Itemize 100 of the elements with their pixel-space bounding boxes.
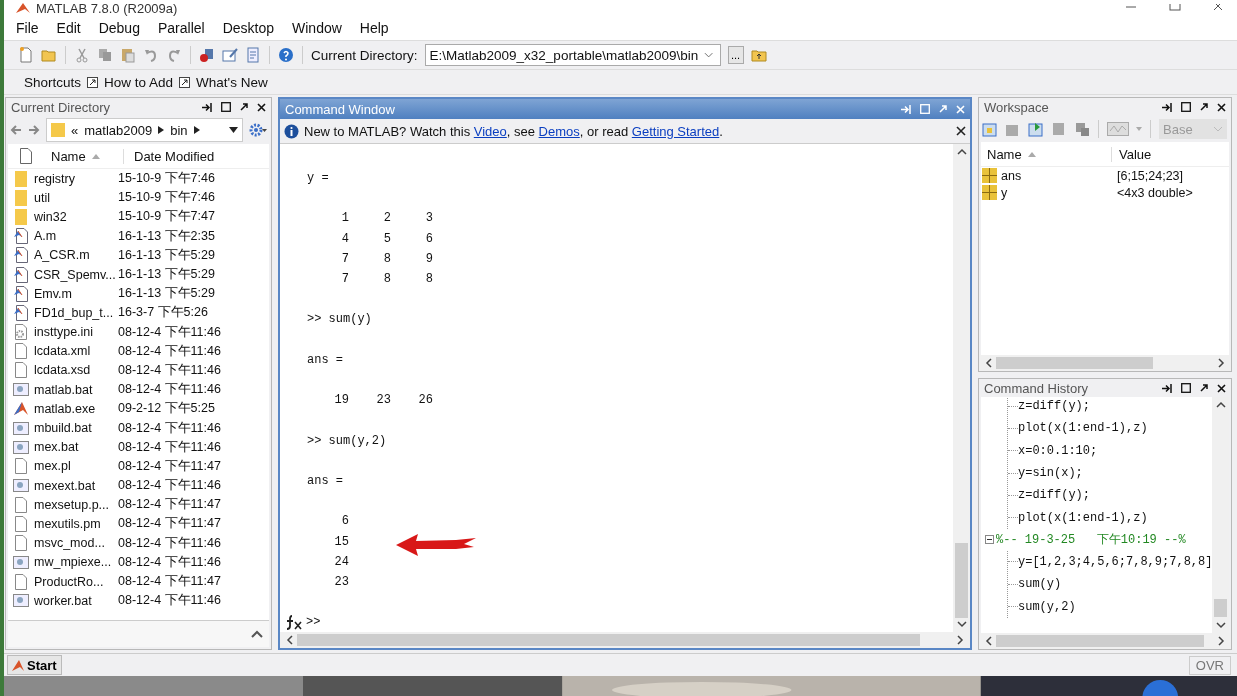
menu-item[interactable]: Window <box>283 20 351 36</box>
scroll-thumb[interactable] <box>297 634 921 646</box>
file-name[interactable]: Emv.m <box>34 286 118 301</box>
menu-item[interactable]: Desktop <box>213 20 283 36</box>
menu-item[interactable]: Edit <box>47 20 90 36</box>
file-name[interactable]: ProductRo... <box>34 574 118 589</box>
maximize-icon[interactable] <box>1181 102 1192 112</box>
file-name[interactable]: mexsetup.p... <box>34 497 118 512</box>
close-icon[interactable] <box>1213 4 1225 12</box>
simulink-icon[interactable] <box>199 47 215 63</box>
expand-icon[interactable] <box>251 630 263 638</box>
delete-icon[interactable] <box>1074 121 1090 137</box>
breadcrumb-item[interactable]: bin <box>170 122 188 138</box>
file-name[interactable]: insttype.ini <box>34 325 118 340</box>
scroll-thumb[interactable] <box>996 357 1154 369</box>
history-entry[interactable]: y=sin(x); <box>1018 466 1083 481</box>
new-file-icon[interactable] <box>18 47 34 63</box>
file-name[interactable]: mexutils.pm <box>34 516 118 531</box>
menu-item[interactable]: Debug <box>89 20 149 36</box>
help-link[interactable]: Demos <box>538 123 580 139</box>
chevron-icon[interactable] <box>158 126 165 134</box>
file-name[interactable]: CSR_Spemv... <box>34 267 118 282</box>
undock-icon[interactable] <box>1162 383 1173 393</box>
scroll-thumb[interactable] <box>1214 599 1228 617</box>
history-entry[interactable]: z=diff(y); <box>1018 488 1090 503</box>
vertical-scrollbar[interactable] <box>953 144 970 632</box>
file-name[interactable]: util <box>34 190 118 205</box>
scroll-thumb[interactable] <box>955 543 968 618</box>
menu-item[interactable]: Parallel <box>148 20 214 36</box>
column-header[interactable]: Name <box>981 146 1112 162</box>
scroll-right-icon[interactable] <box>957 635 964 645</box>
scroll-down-icon[interactable] <box>1215 622 1226 629</box>
file-name[interactable]: mex.pl <box>34 459 118 474</box>
scroll-up-icon[interactable] <box>956 148 967 155</box>
scroll-left-icon[interactable] <box>286 635 293 645</box>
scroll-right-icon[interactable] <box>1218 636 1226 646</box>
undock-icon[interactable] <box>202 102 212 112</box>
history-entry[interactable]: y=[1,2,3;4,5,6;7,8,9;7,8,8] <box>1018 554 1213 569</box>
history-entry[interactable]: sum(y) <box>1018 577 1062 592</box>
file-name[interactable]: mbuild.bat <box>34 421 118 436</box>
session-header[interactable]: %-- 19-3-25 下午10:19 --% <box>996 531 1186 549</box>
copy-icon[interactable] <box>97 47 113 63</box>
forward-icon[interactable] <box>28 125 40 135</box>
close-icon[interactable] <box>257 102 266 112</box>
folder-up-icon[interactable] <box>750 47 767 63</box>
new-variable-icon[interactable] <box>982 121 998 137</box>
file-name[interactable]: A_CSR.m <box>34 248 118 263</box>
paste-icon[interactable] <box>120 47 136 63</box>
help-link[interactable]: Video <box>473 123 507 139</box>
close-icon[interactable] <box>956 126 966 136</box>
shortcut-link[interactable]: What's New <box>196 74 268 90</box>
file-name[interactable]: msvc_mod... <box>34 536 118 551</box>
file-name[interactable]: registry <box>34 171 118 186</box>
sort-ascending-icon[interactable] <box>1027 151 1036 157</box>
settings-icon[interactable] <box>249 123 267 137</box>
breadcrumb-item[interactable]: matlab2009 <box>84 122 153 138</box>
file-name[interactable]: mex.bat <box>34 440 118 455</box>
redo-icon[interactable] <box>166 47 182 63</box>
column-header[interactable]: Date Modified <box>124 148 215 164</box>
history-entry[interactable]: z=diff(y); <box>1018 399 1090 414</box>
scroll-right-icon[interactable] <box>1218 358 1226 368</box>
popout-icon[interactable] <box>1200 384 1209 392</box>
variable-name[interactable]: y <box>997 185 1117 200</box>
collapse-icon[interactable] <box>985 535 994 545</box>
file-name[interactable]: win32 <box>34 209 118 224</box>
file-name[interactable]: matlab.exe <box>34 401 118 416</box>
popout-icon[interactable] <box>1200 103 1209 111</box>
scroll-down-icon[interactable] <box>956 621 967 628</box>
undo-icon[interactable] <box>143 47 159 63</box>
document-icon[interactable] <box>245 47 261 63</box>
undock-icon[interactable] <box>1162 102 1173 112</box>
save-icon[interactable] <box>1051 121 1067 137</box>
column-header[interactable]: Name <box>39 148 124 164</box>
close-icon[interactable] <box>1217 102 1227 112</box>
maximize-icon[interactable] <box>221 102 231 112</box>
scroll-up-icon[interactable] <box>1215 401 1226 408</box>
file-name[interactable]: FD1d_bup_t... <box>34 305 118 320</box>
scroll-left-icon[interactable] <box>985 636 992 646</box>
menu-item[interactable]: Help <box>350 20 398 36</box>
maximize-icon[interactable] <box>1181 383 1192 393</box>
popout-icon[interactable] <box>240 103 248 111</box>
shortcut-link[interactable]: How to Add <box>104 74 174 90</box>
breadcrumb-field[interactable]: « matlab2009 bin <box>46 118 243 142</box>
function-browser-icon[interactable] <box>285 614 302 631</box>
file-name[interactable]: worker.bat <box>34 593 118 608</box>
file-name[interactable]: A.m <box>34 229 118 244</box>
browse-button[interactable]: ... <box>727 46 744 64</box>
horizontal-scrollbar[interactable] <box>280 632 970 648</box>
directory-field[interactable]: E:\Matlab2009_x32_portable\matlab2009\bin <box>424 44 721 66</box>
dropdown-caret-icon[interactable] <box>229 127 238 133</box>
cut-icon[interactable] <box>74 47 90 63</box>
sort-ascending-icon[interactable] <box>91 153 100 159</box>
history-entry[interactable]: x=0:0.1:10; <box>1018 443 1098 458</box>
file-name[interactable]: matlab.bat <box>34 382 118 397</box>
shortcut-link[interactable]: Shortcuts <box>24 74 82 90</box>
file-name[interactable]: mw_mpiexe... <box>34 555 118 570</box>
scroll-thumb[interactable] <box>996 635 1204 647</box>
history-entry[interactable]: plot(x(1:end-1),z) <box>1018 421 1148 436</box>
open-folder-icon[interactable] <box>41 47 57 63</box>
import-data-icon[interactable] <box>1028 121 1044 137</box>
